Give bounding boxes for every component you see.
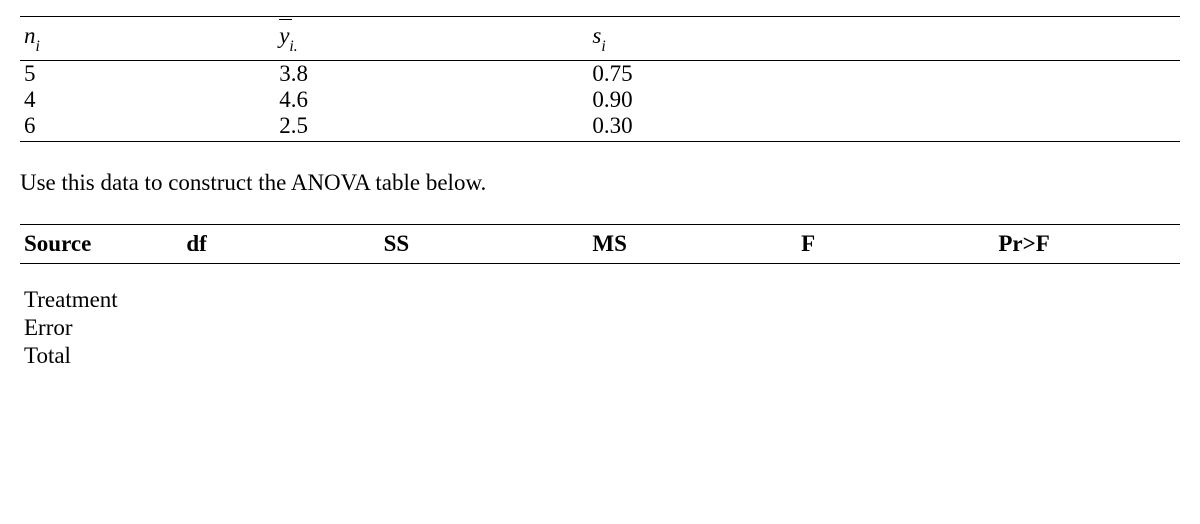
anova-f <box>797 314 994 342</box>
table-row: 6 2.5 0.30 <box>20 113 1180 142</box>
table-spacer <box>20 263 1180 286</box>
anova-header-ss: SS <box>380 224 589 263</box>
anova-df <box>182 286 379 314</box>
anova-ss <box>380 342 589 370</box>
anova-header-p: Pr>F <box>994 224 1180 263</box>
cell-n: 4 <box>20 87 275 113</box>
anova-source-label: Error <box>20 314 182 342</box>
col-header-s: si <box>588 17 1180 61</box>
overbar-icon <box>279 19 292 20</box>
anova-header-source: Source <box>20 224 182 263</box>
anova-header-df: df <box>182 224 379 263</box>
cell-y: 2.5 <box>275 113 588 142</box>
anova-header-f: F <box>797 224 994 263</box>
anova-p <box>994 286 1180 314</box>
cell-n: 6 <box>20 113 275 142</box>
anova-df <box>182 314 379 342</box>
anova-ms <box>588 314 797 342</box>
anova-row-total: Total <box>20 342 1180 370</box>
anova-ms <box>588 342 797 370</box>
anova-ss <box>380 314 589 342</box>
cell-s: 0.30 <box>588 113 1180 142</box>
anova-header-ms: MS <box>588 224 797 263</box>
anova-f <box>797 342 994 370</box>
anova-p <box>994 342 1180 370</box>
anova-table: Source df SS MS F Pr>F Treatment Error T… <box>20 224 1180 370</box>
cell-s: 0.75 <box>588 60 1180 87</box>
summary-statistics-table: ni yi. si 5 3.8 0.75 4 4.6 0.90 6 2.5 0.… <box>20 16 1180 142</box>
anova-row-error: Error <box>20 314 1180 342</box>
cell-s: 0.90 <box>588 87 1180 113</box>
cell-n: 5 <box>20 60 275 87</box>
anova-f <box>797 286 994 314</box>
anova-df <box>182 342 379 370</box>
anova-row-treatment: Treatment <box>20 286 1180 314</box>
instruction-text: Use this data to construct the ANOVA tab… <box>20 170 1180 196</box>
col-header-n: ni <box>20 17 275 61</box>
col-header-ybar: yi. <box>275 17 588 61</box>
table-row: 5 3.8 0.75 <box>20 60 1180 87</box>
cell-y: 3.8 <box>275 60 588 87</box>
anova-ss <box>380 286 589 314</box>
anova-source-label: Total <box>20 342 182 370</box>
anova-p <box>994 314 1180 342</box>
anova-ms <box>588 286 797 314</box>
table-row: 4 4.6 0.90 <box>20 87 1180 113</box>
cell-y: 4.6 <box>275 87 588 113</box>
anova-source-label: Treatment <box>20 286 182 314</box>
